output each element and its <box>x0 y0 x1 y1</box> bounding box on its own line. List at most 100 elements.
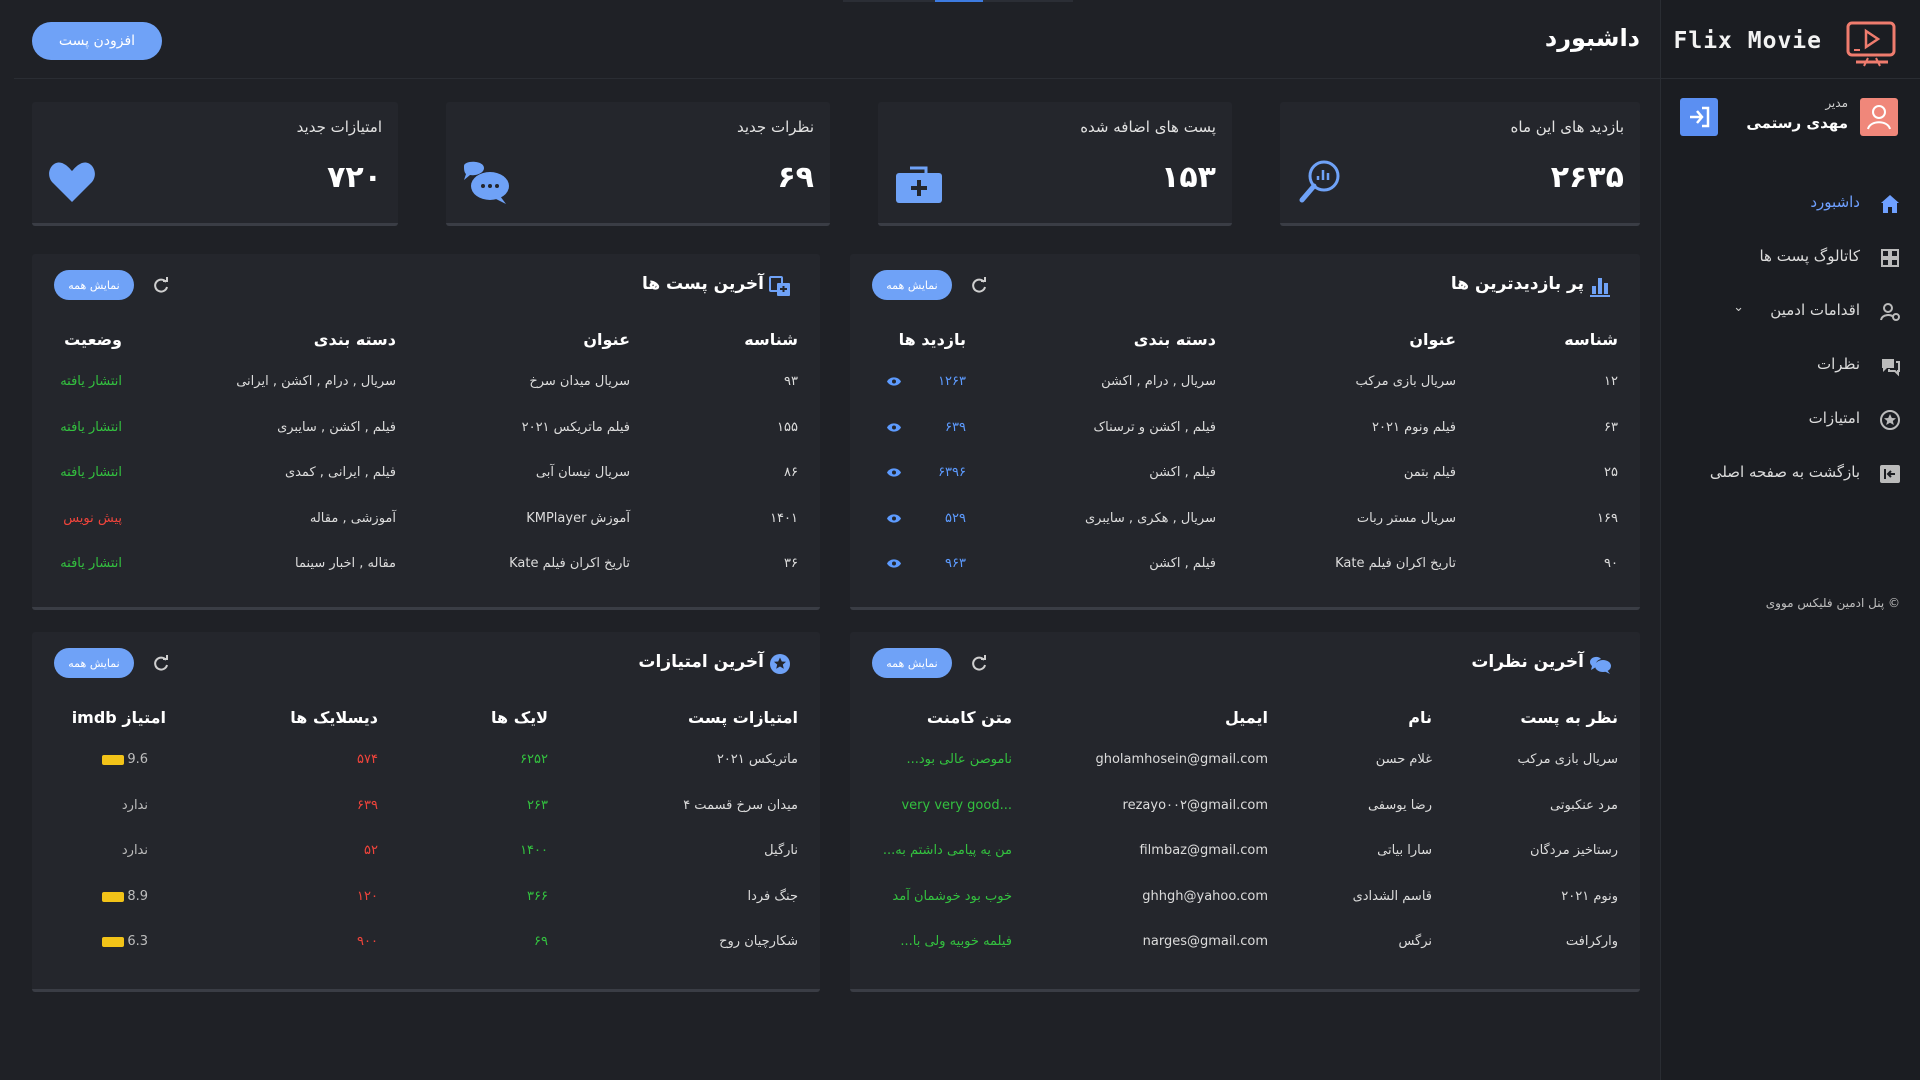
cell-comment[interactable]: ناموصن عالی بود... <box>907 752 1013 767</box>
cell-post[interactable]: جنگ فردا <box>747 889 798 904</box>
top-scroll-indicator <box>843 0 1073 2</box>
cell-title[interactable]: تاریخ اکران فیلم Kate <box>1335 556 1456 571</box>
stat-title: پست های اضافه شده <box>1080 118 1216 136</box>
cell-category: سریال , هکری , سایبری <box>1084 510 1216 526</box>
refresh-icon[interactable] <box>970 276 988 294</box>
cell-comment[interactable]: فیلمه خوبیه ولی با... <box>900 934 1012 949</box>
cell-imdb: 6.3 <box>127 934 148 949</box>
table-row: ۱۵۵ فیلم ماتریکس ۲۰۲۱ فیلم , اکشن , سایب… <box>60 406 798 452</box>
cell-views: ۶۳۹ <box>945 419 966 435</box>
cell-id: ۹۰ <box>1604 556 1618 571</box>
cell-status: انتشار یافته <box>60 374 122 389</box>
column-header: امتیاز imdb <box>71 708 166 727</box>
refresh-icon[interactable] <box>970 654 988 672</box>
eye-icon[interactable] <box>886 376 902 387</box>
show-all-button[interactable]: نمایش همه <box>872 648 952 678</box>
cell-post[interactable]: ونوم ۲۰۲۱ <box>1561 889 1618 904</box>
table-header: شناسه عنوان دسته بندی بازدید ها <box>878 316 1618 360</box>
table-row: میدان سرخ قسمت ۴ ۲۶۳ ۶۳۹ ندارد <box>60 784 798 830</box>
cell-title[interactable]: فیلم بتمن <box>1404 465 1456 480</box>
cell-comment[interactable]: ...very very good <box>901 798 1012 813</box>
sidebar-item-catalog[interactable]: کاتالوگ پست ها <box>1682 238 1902 292</box>
show-all-button[interactable]: نمایش همه <box>872 270 952 300</box>
comments-icon <box>1882 359 1900 377</box>
panel-title: آخرین نظرات <box>1471 652 1584 672</box>
brand[interactable]: Flix Movie <box>1668 20 1898 70</box>
sidebar-item-label: بازگشت به صفحه اصلی <box>1709 463 1860 481</box>
refresh-icon[interactable] <box>152 654 170 672</box>
column-header: دسته بندی <box>1133 330 1216 349</box>
cell-likes: ۱۴۰۰ <box>520 843 548 858</box>
logout-button[interactable] <box>1680 98 1718 136</box>
column-header: بازدید ها <box>898 330 966 349</box>
show-all-button[interactable]: نمایش همه <box>54 648 134 678</box>
column-header: متن کامنت <box>926 708 1012 727</box>
eye-icon[interactable] <box>886 422 902 433</box>
sidebar-item-admin-actions[interactable]: اقدامات ادمین ⌄ <box>1682 292 1902 346</box>
avatar[interactable] <box>1860 98 1898 136</box>
cell-title[interactable]: سریال بازی مرکب <box>1356 374 1456 389</box>
cell-title[interactable]: سریال مستر ربات <box>1357 511 1456 526</box>
stat-value: ۷۲۰ <box>327 160 382 195</box>
eye-icon[interactable] <box>886 558 902 569</box>
cell-title[interactable]: فیلم ماتریکس ۲۰۲۱ <box>522 420 630 435</box>
comments-icon <box>1590 656 1611 674</box>
sidebar: Flix Movie مدیر مهدی رستمی داشبورد کاتال… <box>1660 0 1920 1080</box>
eye-icon[interactable] <box>886 513 902 524</box>
cell-likes: ۳۶۶ <box>527 888 548 904</box>
column-header: دسته بندی <box>313 330 396 349</box>
table-row: سریال بازی مرکب غلام حسن gholamhosein@gm… <box>878 738 1619 784</box>
show-all-button[interactable]: نمایش همه <box>54 270 134 300</box>
cell-likes: ۶۲۵۲ <box>520 752 548 767</box>
cell-status: انتشار یافته <box>60 465 122 480</box>
cell-post[interactable]: شکارچیان روح <box>719 934 798 949</box>
cell-post[interactable]: وارکرافت <box>1566 934 1618 949</box>
sidebar-item-comments[interactable]: نظرات <box>1682 346 1902 400</box>
cell-title[interactable]: فیلم ونوم ۲۰۲۱ <box>1372 420 1456 435</box>
cell-post[interactable]: میدان سرخ قسمت ۴ <box>683 798 798 813</box>
cell-likes: ۶۹ <box>534 934 548 949</box>
sidebar-item-ratings[interactable]: امتیازات <box>1682 400 1902 454</box>
stat-title: امتیازات جدید <box>296 118 382 136</box>
column-header: شناسه <box>744 330 798 349</box>
cell-post[interactable]: نارگیل <box>764 843 798 858</box>
cell-post[interactable]: ماتریکس ۲۰۲۱ <box>717 752 798 767</box>
cell-dislikes: ۵۲ <box>364 843 378 858</box>
add-post-button[interactable]: افزودن پست <box>32 22 162 60</box>
stat-card-new-comments: نظرات جدید ۶۹ <box>446 102 830 226</box>
cell-title[interactable]: سریال میدان سرخ <box>529 374 630 389</box>
cell-title[interactable]: تاریخ اکران فیلم Kate <box>509 556 630 571</box>
refresh-icon[interactable] <box>152 276 170 294</box>
table-row: ۱۲ سریال بازی مرکب سریال , درام , اکشن ۱… <box>878 360 1618 406</box>
cell-title[interactable]: سریال نیسان آبی <box>536 465 630 480</box>
table-row: ماتریکس ۲۰۲۱ ۶۲۵۲ ۵۷۴ 9.6 <box>60 738 798 784</box>
table-row: شکارچیان روح ۶۹ ۹۰۰ 6.3 <box>60 920 798 966</box>
cell-category: فیلم , اکشن و ترسناک <box>1093 419 1216 435</box>
column-header: وضعیت <box>64 330 122 349</box>
sidebar-item-dashboard[interactable]: داشبورد <box>1682 184 1902 238</box>
column-header: نام <box>1408 708 1432 727</box>
cell-comment[interactable]: من یه پیامی داشتم به... <box>883 843 1012 858</box>
eye-icon[interactable] <box>886 467 902 478</box>
cell-imdb: 9.6 <box>127 752 148 767</box>
table-header: امتیازات پست لایک ها دیسلایک ها امتیاز i… <box>60 694 798 738</box>
column-header: عنوان <box>1409 330 1456 349</box>
cell-comment[interactable]: خوب بود خوشمان آمد <box>892 889 1012 904</box>
cell-post[interactable]: مرد عنکبوتی <box>1550 798 1618 813</box>
panel-title: آخرین امتیازات <box>638 652 764 672</box>
stat-value: ۲۶۳۵ <box>1550 160 1624 195</box>
table-row: نارگیل ۱۴۰۰ ۵۲ ندارد <box>60 829 798 875</box>
cell-status: پیش نویس <box>63 510 122 526</box>
cell-id: ۸۶ <box>784 465 798 480</box>
home-icon <box>1881 195 1899 213</box>
copyright: © پنل ادمین فلیکس مووی <box>1765 596 1900 610</box>
cell-category: سریال , درام , اکشن <box>1101 374 1216 389</box>
cell-dislikes: ۵۷۴ <box>357 752 378 767</box>
table-row: ۶۳ فیلم ونوم ۲۰۲۱ فیلم , اکشن و ترسناک ۶… <box>878 406 1618 452</box>
cell-title[interactable]: آموزش KMPlayer <box>526 511 630 526</box>
cell-name: غلام حسن <box>1375 752 1432 767</box>
cell-post[interactable]: رستاخیز مردگان <box>1530 843 1618 858</box>
posts-icon <box>769 276 790 296</box>
cell-post[interactable]: سریال بازی مرکب <box>1518 752 1618 767</box>
sidebar-item-back-home[interactable]: بازگشت به صفحه اصلی <box>1682 454 1902 508</box>
